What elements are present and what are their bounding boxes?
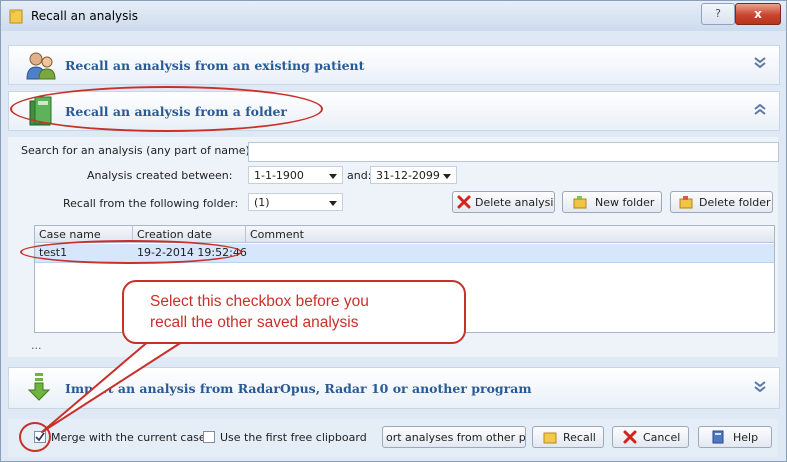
callout-text: Select this checkbox before you recall t… <box>150 291 369 333</box>
folder-select-label: Recall from the following folder: <box>63 197 239 210</box>
red-x-icon <box>457 195 471 209</box>
date-from-value: 1-1-1900 <box>254 169 304 182</box>
folder-value: (1) <box>254 196 270 209</box>
help-label: Help <box>733 431 759 444</box>
highlight-ellipse-row <box>20 240 242 264</box>
delete-analysis-label: Delete analysis <box>475 196 555 209</box>
chevron-down-icon <box>329 174 337 179</box>
folder-icon <box>9 9 23 24</box>
import-analyses-button[interactable]: ort analyses from other progra <box>382 426 526 448</box>
search-label: Search for an analysis (any part of name… <box>21 144 254 157</box>
chevron-up-icon[interactable] <box>753 102 767 116</box>
panel-existing-patient[interactable]: Recall an analysis from an existing pati… <box>8 45 780 85</box>
delete-analysis-button[interactable]: Delete analysis <box>452 191 555 213</box>
date-range-label: Analysis created between: <box>87 169 233 182</box>
highlight-ellipse-checkbox <box>19 422 51 452</box>
and-label: and: <box>347 169 372 182</box>
date-from-dropdown[interactable]: 1-1-1900 <box>248 166 343 184</box>
help-button[interactable]: Help <box>698 426 772 448</box>
clipboard-label[interactable]: Use the first free clipboard <box>220 431 367 444</box>
new-folder-label: New folder <box>595 196 655 209</box>
red-x-icon <box>623 430 637 444</box>
highlight-ellipse-folder <box>10 86 323 132</box>
search-input[interactable] <box>248 142 779 162</box>
chevron-down-icon <box>443 174 451 179</box>
panel-title-import: Import an analysis from RadarOpus, Radar… <box>65 381 532 396</box>
import-analyses-label: ort analyses from other progra <box>386 431 526 444</box>
help-book-icon <box>712 430 724 444</box>
close-button[interactable]: x <box>735 3 781 25</box>
cancel-label: Cancel <box>643 431 681 444</box>
cell-comment <box>246 244 250 262</box>
new-folder-button[interactable]: New folder <box>562 191 662 213</box>
help-title-button[interactable]: ? <box>701 3 735 25</box>
recall-dialog: Recall an analysis ? x Recall an analysi… <box>0 0 787 462</box>
callout-line-1: Select this checkbox before you <box>150 293 369 310</box>
date-to-dropdown[interactable]: 31-12-2099 <box>370 166 457 184</box>
title-bar[interactable]: Recall an analysis ? x <box>1 1 786 31</box>
panel-title-patient: Recall an analysis from an existing pati… <box>65 58 365 73</box>
date-to-value: 31-12-2099 <box>376 169 440 182</box>
import-arrow-icon <box>27 373 51 401</box>
chevron-down-icon[interactable] <box>753 56 767 70</box>
delete-folder-icon <box>679 196 693 209</box>
cancel-button[interactable]: Cancel <box>612 426 689 448</box>
chevron-down-icon[interactable] <box>753 380 767 394</box>
chevron-down-icon <box>329 201 337 206</box>
delete-folder-label: Delete folder <box>699 196 771 209</box>
merge-label[interactable]: Merge with the current case <box>51 431 206 444</box>
column-header-comment[interactable]: Comment <box>246 226 774 243</box>
callout-line-2: recall the other saved analysis <box>150 314 359 331</box>
recall-label: Recall <box>563 431 596 444</box>
clipboard-checkbox[interactable] <box>203 431 215 443</box>
panel-import[interactable]: Import an analysis from RadarOpus, Radar… <box>8 367 780 409</box>
more-indicator: ... <box>31 339 42 352</box>
window-title: Recall an analysis <box>31 9 138 23</box>
delete-folder-button[interactable]: Delete folder <box>670 191 773 213</box>
callout-box: Select this checkbox before you recall t… <box>122 280 466 344</box>
folder-dropdown[interactable]: (1) <box>248 193 343 211</box>
folder-icon <box>543 432 557 444</box>
patients-icon <box>26 52 56 80</box>
recall-button[interactable]: Recall <box>532 426 604 448</box>
new-folder-icon <box>573 196 587 209</box>
